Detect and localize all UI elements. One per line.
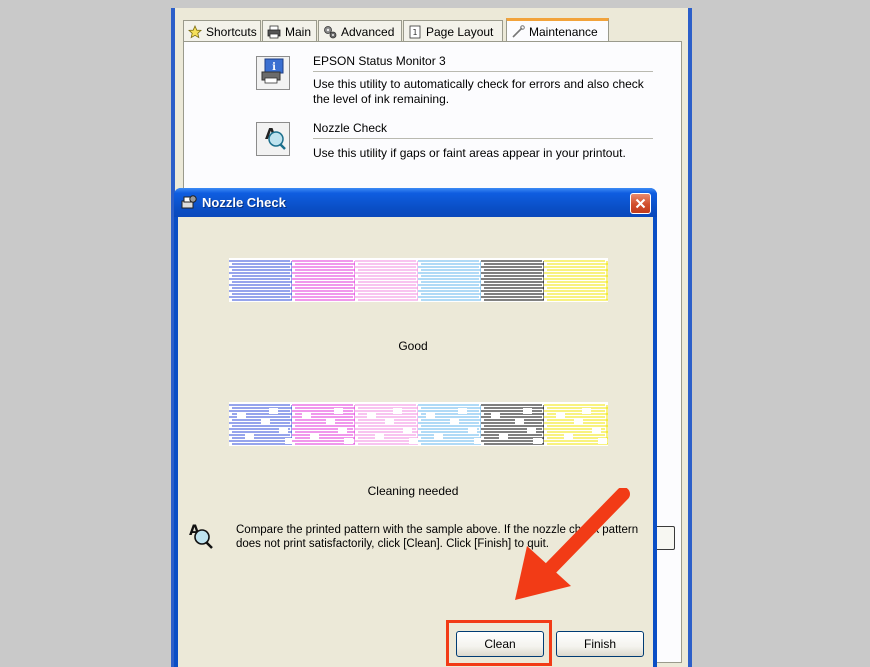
backdrop-right <box>692 0 870 667</box>
tab-label: Advanced <box>341 24 395 39</box>
pattern-block <box>418 402 483 446</box>
utility-title: Nozzle Check <box>313 121 653 139</box>
pattern-block <box>544 258 608 302</box>
tab-page-layout[interactable]: 1 Page Layout <box>403 20 503 42</box>
clean-button-highlight <box>446 620 552 666</box>
tab-shortcuts[interactable]: Shortcuts <box>183 20 261 42</box>
screenshot: Shortcuts Main Advanced 1 Page Layout Ma… <box>0 0 870 667</box>
partially-hidden-button[interactable] <box>655 526 675 550</box>
nozzle-check-button[interactable]: A <box>256 122 290 156</box>
status-monitor-icon: i <box>259 57 287 89</box>
wrench-icon <box>511 25 525 39</box>
pattern-block <box>544 402 608 446</box>
pattern-block <box>481 258 545 302</box>
utility-title: EPSON Status Monitor 3 <box>313 54 653 72</box>
pattern-block <box>418 258 482 302</box>
dialog-titlebar[interactable]: Nozzle Check <box>174 188 657 217</box>
backdrop-top <box>171 0 692 8</box>
nozzle-check-icon: A <box>259 123 287 155</box>
nozzle-pattern-cleaning-needed <box>229 402 608 446</box>
close-button[interactable] <box>630 193 651 214</box>
utility-description: Use this utility if gaps or faint areas … <box>313 146 626 160</box>
finish-button[interactable]: Finish <box>556 631 644 657</box>
pattern-block <box>229 258 293 302</box>
good-label: Good <box>398 339 428 353</box>
dialog-title: Nozzle Check <box>202 195 286 210</box>
backdrop-left <box>0 0 171 667</box>
svg-text:i: i <box>272 62 276 73</box>
pattern-block <box>481 402 545 446</box>
printer-icon <box>267 25 281 39</box>
tab-maintenance[interactable]: Maintenance <box>506 18 609 43</box>
cleaning-needed-label: Cleaning needed <box>367 484 459 498</box>
page-layout-icon: 1 <box>408 25 422 39</box>
pattern-block <box>292 402 356 446</box>
tab-label: Maintenance <box>529 25 598 39</box>
svg-text:1: 1 <box>412 28 417 37</box>
pattern-block <box>292 258 356 302</box>
pattern-block <box>229 402 294 446</box>
arrow-icon <box>515 488 630 600</box>
tab-label: Shortcuts <box>206 24 257 39</box>
status-monitor-button[interactable]: i <box>256 56 290 90</box>
tab-advanced[interactable]: Advanced <box>318 20 402 42</box>
tab-label: Page Layout <box>426 24 494 39</box>
tab-main[interactable]: Main <box>262 20 317 42</box>
nozzle-check-icon: A <box>188 521 214 549</box>
pattern-block <box>355 402 419 446</box>
window-right-border <box>688 8 692 667</box>
close-icon <box>635 194 646 213</box>
printer-gear-icon <box>180 194 198 212</box>
star-icon <box>188 24 202 39</box>
gears-icon <box>323 25 337 39</box>
utility-description: Use this utility to automatically check … <box>313 77 644 106</box>
nozzle-pattern-good <box>229 258 608 302</box>
pattern-block <box>355 258 419 302</box>
tab-label: Main <box>285 24 312 39</box>
